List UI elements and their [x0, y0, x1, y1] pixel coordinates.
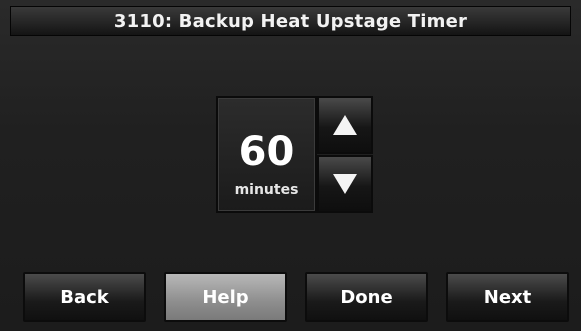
page-title: 3110: Backup Heat Upstage Timer — [10, 6, 571, 36]
done-button[interactable]: Done — [305, 272, 428, 322]
decrease-button[interactable] — [317, 155, 373, 213]
value-display: 60 minutes — [216, 96, 317, 213]
setting-value: 60 — [238, 129, 295, 175]
arrow-down-icon — [333, 174, 357, 194]
setting-unit: minutes — [234, 182, 299, 198]
thermostat-screen: 3110: Backup Heat Upstage Timer 60 minut… — [0, 0, 581, 331]
increase-button[interactable] — [317, 96, 373, 154]
help-button[interactable]: Help — [164, 272, 287, 322]
back-button[interactable]: Back — [23, 272, 146, 322]
arrow-up-icon — [333, 115, 357, 135]
next-button[interactable]: Next — [446, 272, 569, 322]
